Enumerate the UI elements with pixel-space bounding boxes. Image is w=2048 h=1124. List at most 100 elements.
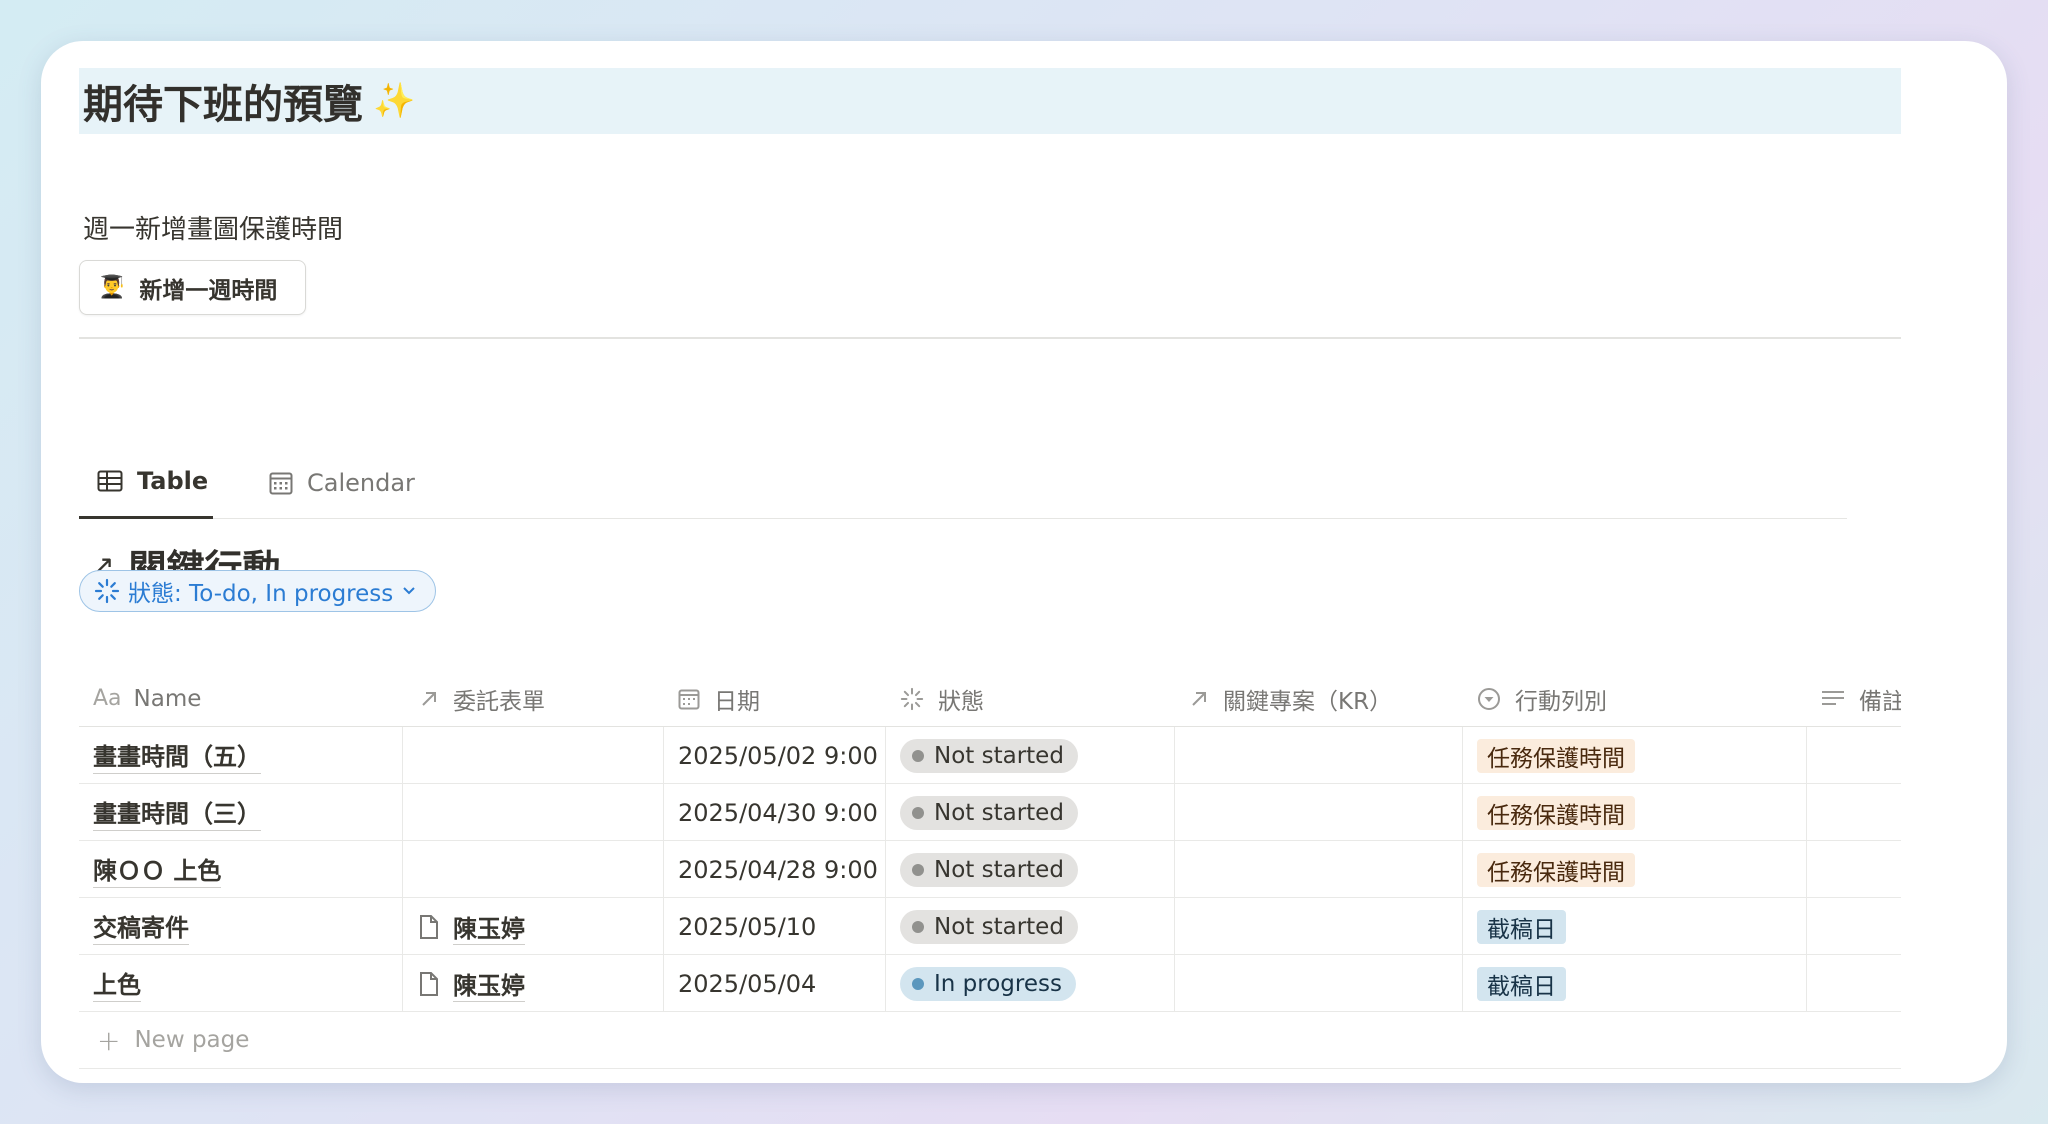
column-header-category[interactable]: 行動列別: [1463, 670, 1807, 727]
cell-notes[interactable]: [1807, 784, 1901, 841]
category-label: 任務保護時間: [1487, 802, 1625, 829]
calendar-icon: [269, 472, 293, 494]
cell-name[interactable]: 上色: [79, 955, 403, 1012]
column-header-name[interactable]: Aa Name: [79, 670, 403, 727]
status-filter-chip[interactable]: 狀態: To-do, In progress: [79, 570, 436, 612]
status-dot-icon: [912, 749, 924, 762]
status-label: Not started: [934, 799, 1064, 826]
cell-date[interactable]: 2025/04/30 9:00 PM: [664, 784, 886, 841]
table-row[interactable]: 交稿寄件 陳玉婷 2025/05/10 Not started 截稿日: [79, 898, 1901, 955]
cell-name[interactable]: 畫畫時間（五）: [79, 727, 403, 784]
category-tag[interactable]: 任務保護時間: [1477, 852, 1635, 887]
column-header-status[interactable]: 狀態: [886, 670, 1175, 727]
table-icon: [97, 470, 123, 492]
column-header-label: 關鍵專案（KR）: [1223, 688, 1393, 715]
cell-category[interactable]: 任務保護時間: [1463, 727, 1807, 784]
cell-date[interactable]: 2025/04/28 9:00 PM: [664, 841, 886, 898]
cell-form[interactable]: 陳玉婷: [403, 898, 664, 955]
cell-category[interactable]: 截稿日: [1463, 955, 1807, 1012]
cell-date[interactable]: 2025/05/10: [664, 898, 886, 955]
cell-form[interactable]: [403, 727, 664, 784]
cell-notes[interactable]: [1807, 727, 1901, 784]
status-badge[interactable]: Not started: [900, 795, 1078, 830]
row-name[interactable]: 畫畫時間（三）: [93, 794, 261, 831]
status-badge[interactable]: In progress: [900, 966, 1076, 1001]
cell-name[interactable]: 陳ＯＯ 上色: [79, 841, 403, 898]
row-name[interactable]: 上色: [93, 965, 141, 1002]
sparkles-icon: ✨: [373, 81, 416, 121]
category-tag[interactable]: 任務保護時間: [1477, 795, 1635, 830]
column-header-kr[interactable]: 關鍵專案（KR）: [1175, 670, 1463, 727]
cell-kr[interactable]: [1175, 727, 1463, 784]
row-name[interactable]: 陳ＯＯ 上色: [93, 851, 222, 888]
status-dot-icon: [912, 806, 924, 819]
date-value: 2025/04/30 9:00 PM: [678, 798, 885, 827]
status-dot-icon: [912, 920, 924, 933]
cell-status[interactable]: Not started: [886, 841, 1175, 898]
table-row[interactable]: 畫畫時間（三） 2025/04/30 9:00 PM Not started 任務保護…: [79, 784, 1901, 841]
column-header-label: 備註: [1859, 688, 1901, 715]
column-header-date[interactable]: 日期: [664, 670, 886, 727]
cell-category[interactable]: 任務保護時間: [1463, 784, 1807, 841]
column-header-label: 狀態: [938, 688, 984, 715]
page-subtitle: 週一新增畫圖保護時間: [83, 215, 344, 245]
status-badge[interactable]: Not started: [900, 852, 1078, 887]
cell-kr[interactable]: [1175, 955, 1463, 1012]
arrow-up-right-icon: [1192, 691, 1206, 706]
status-icon: [900, 687, 924, 710]
cell-notes[interactable]: [1807, 955, 1901, 1012]
divider: [79, 337, 1901, 339]
column-header-notes[interactable]: 備註: [1807, 670, 1901, 727]
cell-kr[interactable]: [1175, 898, 1463, 955]
cell-form[interactable]: [403, 841, 664, 898]
category-tag[interactable]: 任務保護時間: [1477, 738, 1635, 773]
cell-date[interactable]: 2025/05/04: [664, 955, 886, 1012]
cell-name[interactable]: 交稿寄件: [79, 898, 403, 955]
relation-link[interactable]: 陳玉婷: [419, 966, 525, 1002]
view-tabs: Table Calendar: [79, 446, 1847, 519]
cell-notes[interactable]: [1807, 898, 1901, 955]
category-label: 截稿日: [1487, 916, 1556, 943]
category-label: 任務保護時間: [1487, 859, 1625, 886]
cell-status[interactable]: Not started: [886, 784, 1175, 841]
table-row[interactable]: 陳ＯＯ 上色 2025/04/28 9:00 PM Not started 任務保護時…: [79, 841, 1901, 898]
relation-link[interactable]: 陳玉婷: [419, 909, 525, 945]
table-row[interactable]: 畫畫時間（五） 2025/05/02 9:00 PM Not started 任務保護…: [79, 727, 1901, 784]
category-tag[interactable]: 截稿日: [1477, 909, 1566, 944]
plus-icon: +: [97, 1023, 121, 1057]
column-header-label: 委託表單: [453, 688, 545, 715]
cell-category[interactable]: 任務保護時間: [1463, 841, 1807, 898]
table-header-row: Aa Name 委託表單 日期 狀態 關鍵專案（KR） 行動列別 備註: [79, 670, 1901, 727]
cell-kr[interactable]: [1175, 784, 1463, 841]
document-icon: [420, 971, 438, 996]
cell-status[interactable]: Not started: [886, 727, 1175, 784]
table-row[interactable]: 上色 陳玉婷 2025/05/04 In progress 截稿日: [79, 955, 1901, 1012]
status-badge[interactable]: Not started: [900, 909, 1078, 944]
cell-name[interactable]: 畫畫時間（三）: [79, 784, 403, 841]
calendar-icon: [678, 689, 700, 709]
relation-label: 陳玉婷: [453, 966, 525, 1002]
new-page-button[interactable]: + New page: [79, 1012, 1901, 1069]
column-header-form[interactable]: 委託表單: [403, 670, 664, 727]
cell-status[interactable]: Not started: [886, 898, 1175, 955]
text-lines-icon: [1822, 690, 1844, 705]
tab-calendar[interactable]: Calendar: [269, 446, 429, 519]
add-week-button[interactable]: 👨‍🎓 新增一週時間: [79, 260, 306, 315]
cell-form[interactable]: [403, 784, 664, 841]
row-name[interactable]: 交稿寄件: [93, 908, 189, 945]
column-header-label: 日期: [714, 688, 760, 715]
cell-date[interactable]: 2025/05/02 9:00 PM: [664, 727, 886, 784]
cell-form[interactable]: 陳玉婷: [403, 955, 664, 1012]
category-label: 截稿日: [1487, 973, 1556, 1000]
relation-label: 陳玉婷: [453, 909, 525, 945]
cell-notes[interactable]: [1807, 841, 1901, 898]
status-badge[interactable]: Not started: [900, 738, 1078, 773]
cell-category[interactable]: 截稿日: [1463, 898, 1807, 955]
cell-kr[interactable]: [1175, 841, 1463, 898]
row-name[interactable]: 畫畫時間（五）: [93, 737, 261, 774]
category-tag[interactable]: 截稿日: [1477, 966, 1566, 1001]
tab-table[interactable]: Table: [79, 446, 213, 519]
select-icon: [1478, 687, 1500, 710]
cell-status[interactable]: In progress: [886, 955, 1175, 1012]
page-title[interactable]: 期待下班的預覽: [83, 72, 363, 130]
